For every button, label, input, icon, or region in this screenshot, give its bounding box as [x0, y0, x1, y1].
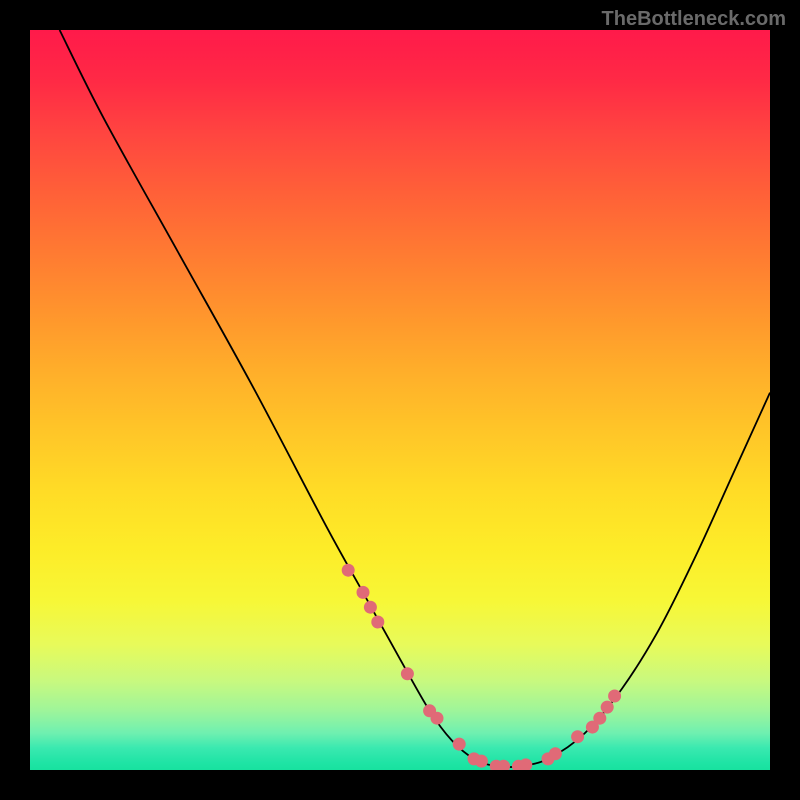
data-marker — [357, 586, 370, 599]
chart-svg — [30, 30, 770, 770]
data-markers — [342, 564, 621, 770]
bottleneck-curve — [60, 30, 770, 767]
data-marker — [549, 747, 562, 760]
data-marker — [601, 701, 614, 714]
data-marker — [364, 601, 377, 614]
data-marker — [593, 712, 606, 725]
chart-plot-area — [30, 30, 770, 770]
data-marker — [571, 730, 584, 743]
data-marker — [342, 564, 355, 577]
data-marker — [431, 712, 444, 725]
data-marker — [519, 758, 532, 770]
watermark-text: TheBottleneck.com — [602, 8, 786, 31]
data-marker — [475, 755, 488, 768]
data-marker — [401, 667, 414, 680]
data-marker — [453, 738, 466, 751]
data-marker — [371, 616, 384, 629]
data-marker — [608, 690, 621, 703]
